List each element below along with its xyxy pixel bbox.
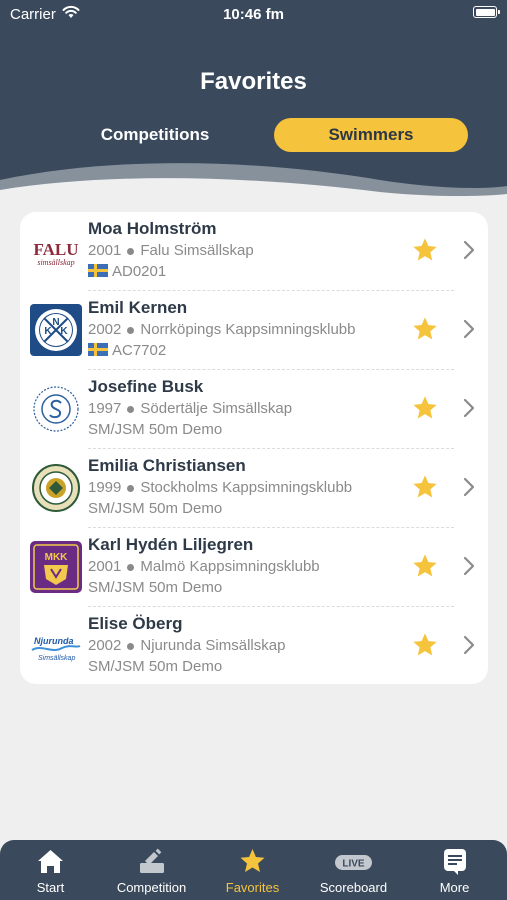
- tab-label: Scoreboard: [319, 880, 388, 895]
- podium-icon: [140, 848, 164, 873]
- more-icon: [444, 849, 466, 875]
- sk-logo: [32, 464, 80, 512]
- swimmer-meta: 2002 Norrköpings Kappsimningsklubb: [88, 321, 356, 338]
- swimmer-license: AD0201: [112, 263, 167, 280]
- mkk-logo-text: MKK: [45, 552, 69, 563]
- swimmer-name: Moa Holmström: [88, 219, 217, 238]
- swimmer-sub: SM/JSM 50m Demo: [88, 500, 223, 517]
- home-icon: [38, 850, 63, 873]
- favorite-star-icon[interactable]: [411, 236, 439, 264]
- tab-label: More: [439, 880, 470, 895]
- swimmer-name: Elise Öberg: [88, 614, 183, 633]
- njurunda-logo: Njurunda Simsällskap: [31, 636, 81, 662]
- star-icon: [240, 849, 265, 872]
- swimmer-sub: AD0201: [88, 263, 166, 280]
- nkk-logo-n: N: [52, 317, 59, 328]
- swimmer-club: Stockholms Kappsimningsklubb: [140, 479, 353, 496]
- swimmer-year: 2001: [88, 242, 122, 259]
- separator-dot: [127, 247, 135, 255]
- live-badge-text: LIVE: [342, 859, 365, 870]
- tab-start[interactable]: Start: [0, 840, 101, 900]
- sodertalje-logo: [33, 386, 79, 432]
- chevron-right-icon: [463, 398, 475, 418]
- chevron-right-icon: [463, 556, 475, 576]
- header: Carrier 10:46 fm Favorites Competitions …: [0, 0, 507, 200]
- swimmer-name: Emil Kernen: [88, 298, 188, 317]
- mkk-logo: MKK: [30, 541, 82, 593]
- separator-dot: [127, 484, 135, 492]
- tab-label: Start: [36, 880, 65, 895]
- swimmer-club: Falu Simsällskap: [140, 242, 254, 259]
- separator-dot: [127, 642, 135, 650]
- swimmer-club: Södertälje Simsällskap: [140, 400, 293, 417]
- segment-competitions[interactable]: Competitions: [80, 118, 230, 152]
- nkk-logo-k1: K: [44, 326, 52, 337]
- tab-favorites[interactable]: Favorites: [202, 840, 303, 900]
- swimmer-row[interactable]: Josefine Busk 1997 Södertälje Simsällskap…: [20, 370, 488, 449]
- segment-swimmers[interactable]: Swimmers: [274, 118, 468, 152]
- swimmer-club: Njurunda Simsällskap: [140, 637, 286, 654]
- swimmer-name: Josefine Busk: [88, 377, 204, 396]
- sweden-flag-icon: [88, 343, 108, 356]
- page-title: Favorites: [200, 68, 307, 95]
- swimmer-meta: 2001 Falu Simsällskap: [88, 242, 254, 259]
- status-bar: Carrier 10:46 fm: [0, 0, 507, 28]
- chevron-right-icon: [463, 635, 475, 655]
- swimmer-year: 1997: [88, 400, 122, 417]
- njurunda-logo-top: Njurunda: [34, 636, 74, 646]
- favorite-star-icon[interactable]: [411, 315, 439, 343]
- swimmer-year: 2002: [88, 637, 122, 654]
- swimmer-meta: 2001 Malmö Kappsimningsklubb: [88, 558, 320, 575]
- header-wave: [0, 163, 507, 200]
- falu-logo-top: FALU: [33, 240, 78, 259]
- chevron-right-icon: [463, 240, 475, 260]
- tab-bar: Start Competition Favorites LIVE Scorebo…: [0, 840, 507, 900]
- clock: 10:46 fm: [223, 6, 284, 23]
- swimmer-row[interactable]: Njurunda Simsällskap Elise Öberg 2002 Nju…: [20, 607, 488, 686]
- falu-logo: FALU simsällskap: [33, 240, 78, 267]
- swimmer-club: Malmö Kappsimningsklubb: [140, 558, 320, 575]
- swimmer-list: FALU simsällskap Moa Holmström 2001 Falu …: [20, 212, 488, 684]
- swimmer-sub: AC7702: [88, 342, 166, 359]
- live-icon: LIVE: [335, 855, 372, 870]
- falu-logo-bottom: simsällskap: [37, 258, 74, 267]
- favorite-star-icon[interactable]: [411, 473, 439, 501]
- swimmer-row[interactable]: Emilia Christiansen 1999 Stockholms Kapps…: [20, 449, 488, 528]
- favorite-star-icon[interactable]: [411, 552, 439, 580]
- favorite-star-icon[interactable]: [411, 631, 439, 659]
- swimmer-license: AC7702: [112, 342, 167, 359]
- swimmer-row[interactable]: MKK Karl Hydén Liljegren 2001 Malmö Kapps…: [20, 528, 488, 607]
- swimmer-sub: SM/JSM 50m Demo: [88, 421, 223, 438]
- swimmer-meta: 2002 Njurunda Simsällskap: [88, 637, 285, 654]
- swimmer-row[interactable]: N K K Emil Kernen 2002 Norrköpings Kappsi…: [20, 291, 488, 370]
- sweden-flag-icon: [88, 264, 108, 277]
- favorite-star-icon[interactable]: [411, 394, 439, 422]
- swimmer-row[interactable]: FALU simsällskap Moa Holmström 2001 Falu …: [20, 212, 488, 291]
- tab-label: Competition: [116, 880, 187, 895]
- tab-scoreboard[interactable]: LIVE Scoreboard: [303, 840, 404, 900]
- nkk-logo: N K K: [30, 304, 82, 356]
- swimmer-meta: 1999 Stockholms Kappsimningsklubb: [88, 479, 352, 496]
- swimmer-sub: SM/JSM 50m Demo: [88, 658, 223, 675]
- tab-more[interactable]: More: [404, 840, 505, 900]
- swimmer-meta: 1997 Södertälje Simsällskap: [88, 400, 292, 417]
- chevron-right-icon: [463, 319, 475, 339]
- swimmer-name: Karl Hydén Liljegren: [88, 535, 254, 554]
- separator-dot: [127, 405, 135, 413]
- nkk-logo-k2: K: [60, 326, 68, 337]
- chevron-right-icon: [463, 477, 475, 497]
- separator-dot: [127, 326, 135, 334]
- swimmer-year: 1999: [88, 479, 122, 496]
- njurunda-logo-bottom: Simsällskap: [38, 655, 75, 662]
- separator-dot: [127, 563, 135, 571]
- swimmer-name: Emilia Christiansen: [88, 456, 246, 475]
- tab-label: Favorites: [225, 880, 280, 895]
- tab-competition[interactable]: Competition: [101, 840, 202, 900]
- swimmer-sub: SM/JSM 50m Demo: [88, 579, 223, 596]
- swimmer-year: 2002: [88, 321, 122, 338]
- swimmer-year: 2001: [88, 558, 122, 575]
- swimmer-club: Norrköpings Kappsimningsklubb: [140, 321, 356, 338]
- battery-icon: [473, 6, 500, 18]
